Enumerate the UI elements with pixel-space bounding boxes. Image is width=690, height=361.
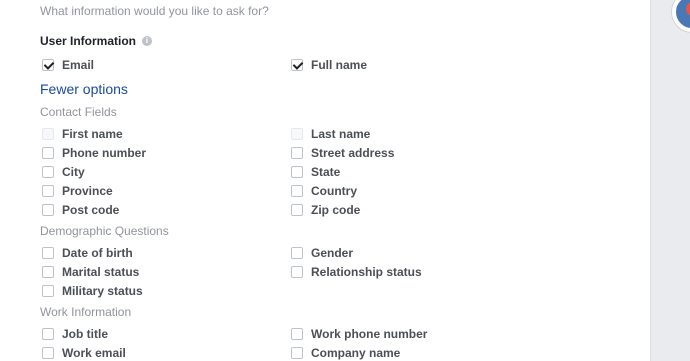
option-label: First name xyxy=(62,127,123,141)
option-label: Date of birth xyxy=(62,246,133,260)
prompt-text: What information would you like to ask f… xyxy=(40,4,269,18)
option-company-name[interactable]: Company name xyxy=(291,346,400,360)
checkbox-first-name[interactable] xyxy=(42,128,54,140)
option-label: Work email xyxy=(62,346,126,360)
checkbox-full-name[interactable] xyxy=(291,59,303,71)
info-icon[interactable]: i xyxy=(142,36,153,46)
user-information-title: User Information xyxy=(40,34,137,48)
option-label: Military status xyxy=(62,284,143,298)
checkbox-date-of-birth[interactable] xyxy=(42,247,54,259)
checkbox-work-email[interactable] xyxy=(42,347,54,359)
option-first-name[interactable]: First name xyxy=(42,127,123,141)
checkbox-city[interactable] xyxy=(42,166,54,178)
fewer-options-link[interactable]: Fewer options xyxy=(40,81,128,97)
option-label: Zip code xyxy=(311,203,361,217)
option-date-of-birth[interactable]: Date of birth xyxy=(42,246,133,260)
option-label: Post code xyxy=(62,203,120,217)
option-label: Gender xyxy=(311,246,354,260)
option-label: Phone number xyxy=(62,146,147,160)
checkbox-email[interactable] xyxy=(42,59,54,71)
option-email[interactable]: Email xyxy=(42,58,94,72)
option-work-phone-number[interactable]: Work phone number xyxy=(291,327,427,341)
option-label: State xyxy=(311,165,341,179)
user-information-heading: User Information i xyxy=(40,34,153,48)
option-work-email[interactable]: Work email xyxy=(42,346,126,360)
option-label: Street address xyxy=(311,146,395,160)
option-label: Last name xyxy=(311,127,371,141)
option-label: Company name xyxy=(311,346,401,360)
option-label: Full name xyxy=(311,58,368,72)
option-relationship-status[interactable]: Relationship status xyxy=(291,265,422,279)
option-label: Work phone number xyxy=(311,327,428,341)
option-label: Marital status xyxy=(62,265,140,279)
avatar-image xyxy=(686,2,690,16)
checkbox-post-code[interactable] xyxy=(42,204,54,216)
checkbox-zip-code[interactable] xyxy=(291,204,303,216)
option-post-code[interactable]: Post code xyxy=(42,203,119,217)
checkbox-gender[interactable] xyxy=(291,247,303,259)
checkbox-state[interactable] xyxy=(291,166,303,178)
demographic-questions-label: Demographic Questions xyxy=(40,224,169,238)
option-label: Province xyxy=(62,184,113,198)
checkbox-street-address[interactable] xyxy=(291,147,303,159)
checkbox-company-name[interactable] xyxy=(291,347,303,359)
option-label: Email xyxy=(62,58,95,72)
option-zip-code[interactable]: Zip code xyxy=(291,203,360,217)
work-information-label: Work Information xyxy=(40,305,132,319)
checkbox-province[interactable] xyxy=(42,185,54,197)
checkbox-job-title[interactable] xyxy=(42,328,54,340)
contact-fields-label: Contact Fields xyxy=(40,105,117,119)
checkbox-work-phone-number[interactable] xyxy=(291,328,303,340)
option-city[interactable]: City xyxy=(42,165,85,179)
option-job-title[interactable]: Job title xyxy=(42,327,108,341)
option-military-status[interactable]: Military status xyxy=(42,284,143,298)
checkbox-country[interactable] xyxy=(291,185,303,197)
option-label: Country xyxy=(311,184,357,198)
right-sidebar xyxy=(652,0,690,361)
checkbox-last-name[interactable] xyxy=(291,128,303,140)
checkbox-military-status[interactable] xyxy=(42,285,54,297)
checkbox-relationship-status[interactable] xyxy=(291,266,303,278)
option-label: Relationship status xyxy=(311,265,422,279)
form-panel: What information would you like to ask f… xyxy=(0,0,651,361)
option-street-address[interactable]: Street address xyxy=(291,146,394,160)
option-label: City xyxy=(62,165,85,179)
checkbox-phone-number[interactable] xyxy=(42,147,54,159)
option-last-name[interactable]: Last name xyxy=(291,127,370,141)
option-gender[interactable]: Gender xyxy=(291,246,353,260)
option-label: Job title xyxy=(62,327,109,341)
option-state[interactable]: State xyxy=(291,165,340,179)
checkbox-marital-status[interactable] xyxy=(42,266,54,278)
option-full-name[interactable]: Full name xyxy=(291,58,367,72)
option-phone-number[interactable]: Phone number xyxy=(42,146,146,160)
option-country[interactable]: Country xyxy=(291,184,357,198)
option-marital-status[interactable]: Marital status xyxy=(42,265,139,279)
option-province[interactable]: Province xyxy=(42,184,113,198)
